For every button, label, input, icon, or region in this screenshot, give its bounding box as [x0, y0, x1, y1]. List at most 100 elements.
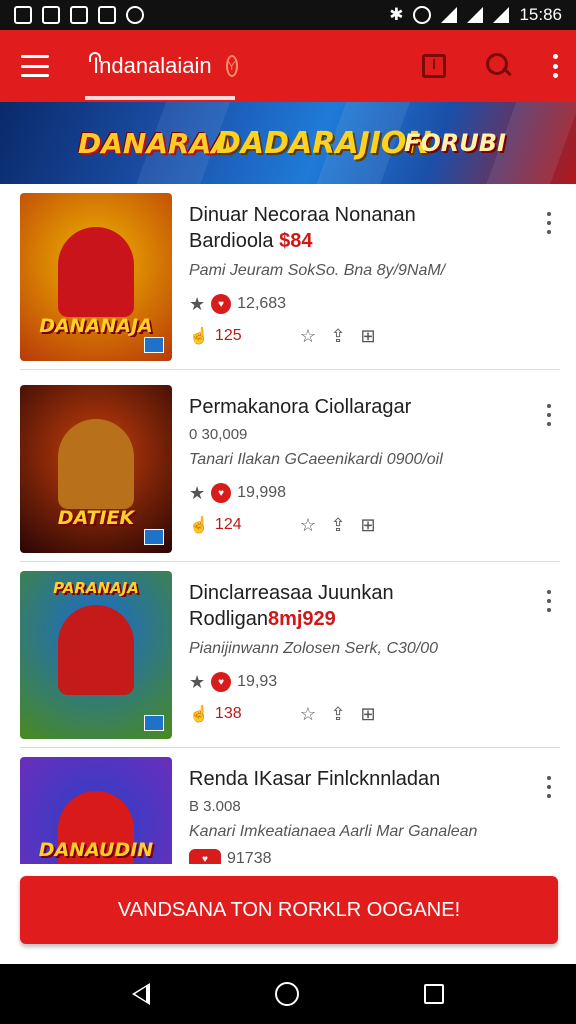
item-actions: ☝ 125 ☆ ⇪ ⊞ — [189, 326, 519, 346]
alarm-icon — [413, 6, 432, 24]
item-rating: ★ ♥ 19,998 — [189, 483, 519, 503]
notification-icon — [42, 6, 60, 24]
item-rating: ★ ♥ 19,93 — [189, 672, 519, 692]
item-price: $84 — [279, 230, 313, 252]
item-title: Dinclarreasaa Juunkan — [189, 582, 394, 604]
like-count[interactable]: ☝ 125 — [189, 326, 299, 346]
wifi-icon — [441, 7, 458, 23]
bookmark-icon[interactable] — [422, 54, 446, 78]
rating-count: 19,998 — [237, 484, 287, 501]
status-right: ✱ 15:86 — [389, 5, 562, 25]
share-icon[interactable]: ⇪ — [329, 705, 347, 723]
share-icon[interactable]: ⇪ — [329, 516, 347, 534]
cover-title: DANAUDIN — [38, 839, 154, 861]
banner-right-logo: FORUBI — [404, 129, 506, 157]
share-icon[interactable]: ⇪ — [329, 327, 347, 345]
cta-container: VANDSANA TON RORKLR OOGANE! — [0, 864, 576, 964]
like-value: 125 — [214, 327, 242, 344]
list-item[interactable]: DATIEK Permakanora Ciollaragar 0 30,009 … — [0, 376, 576, 562]
cover-badge — [144, 337, 164, 353]
item-title-line2-text: Rodligan — [189, 608, 268, 630]
download-icon[interactable]: ⊞ — [359, 327, 377, 345]
item-description: Kanari Imkeatianaea Aarli Mar Ganalean — [189, 823, 478, 840]
hamburger-menu-icon[interactable] — [21, 55, 49, 77]
banner-left-logo: DANARAA — [78, 126, 233, 160]
recent-apps-icon[interactable] — [423, 984, 444, 1004]
favorite-star-icon[interactable]: ☆ — [299, 327, 317, 345]
item-description: Tanari Ilakan GCaeenikardi 0900/oil — [189, 451, 443, 468]
game-cover[interactable]: DATIEK — [20, 385, 172, 553]
game-cover[interactable]: PARANAJA — [20, 571, 172, 739]
promo-banner[interactable]: DANARAA DADARAJION FORUBI — [0, 102, 576, 184]
list-item[interactable]: PARANAJA Dinclarreasaa Juunkan Rodligan8… — [0, 562, 576, 748]
cell-signal-icon — [493, 7, 510, 23]
thumbs-up-icon: ☝ — [189, 517, 209, 534]
list-item[interactable]: DANAUDIN Renda IKasar Finlcknnladan B 3.… — [0, 748, 576, 864]
like-count[interactable]: ☝ 124 — [189, 515, 299, 535]
game-cover[interactable]: DANANAJA — [20, 193, 172, 361]
banner-center-text: DADARAJION — [216, 125, 432, 161]
divider — [20, 369, 560, 370]
badge-icon: ♥ — [211, 483, 232, 503]
item-price: 8mj929 — [267, 608, 336, 630]
overflow-menu-icon[interactable] — [552, 54, 558, 78]
bluetooth-icon: ✱ — [389, 5, 404, 24]
like-value: 124 — [214, 516, 242, 533]
item-info: Dinclarreasaa Juunkan Rodligan8mj929 Pia… — [189, 580, 519, 724]
system-nav-bar — [0, 964, 576, 1024]
item-title: Permakanora Ciollaragar — [189, 396, 412, 418]
item-title: Renda IKasar Finlcknnladan — [189, 768, 441, 790]
download-icon[interactable]: ⊞ — [359, 705, 377, 723]
list-item[interactable]: DANANAJA Dinuar Necoraa Nonanan Bardiool… — [0, 184, 576, 370]
cell-signal-icon — [467, 7, 484, 23]
game-cover[interactable]: DANAUDIN — [20, 757, 172, 864]
download-icon — [98, 6, 116, 24]
item-description: Pami Jeuram SokSo. Bna 8y/9NaM/ — [189, 262, 446, 279]
favorite-star-icon[interactable]: ☆ — [299, 705, 317, 723]
cover-badge — [144, 715, 164, 731]
cover-badge — [144, 529, 164, 545]
item-actions: ☝ 124 ☆ ⇪ ⊞ — [189, 515, 519, 535]
back-icon[interactable] — [132, 983, 151, 1005]
cover-hero — [58, 419, 134, 509]
verified-icon: Y — [225, 55, 238, 77]
thumbs-up-icon: ☝ — [189, 706, 209, 723]
image-icon — [70, 6, 88, 24]
cover-title: DANANAJA — [39, 315, 153, 337]
tab-indicator — [85, 96, 235, 100]
cta-button[interactable]: VANDSANA TON RORKLR OOGANE! — [20, 876, 558, 944]
item-menu-icon[interactable] — [546, 212, 552, 234]
like-count[interactable]: ☝ 138 — [189, 704, 299, 724]
item-subtitle: 0 30,009 — [189, 426, 248, 443]
favorite-star-icon[interactable]: ☆ — [299, 516, 317, 534]
notification-icon — [14, 6, 32, 24]
home-icon[interactable] — [274, 982, 299, 1006]
tab-store[interactable]: Indanalaiain Y — [85, 30, 238, 102]
toolbar-actions — [422, 30, 558, 102]
action-icons: ☆ ⇪ ⊞ — [299, 516, 377, 534]
search-icon[interactable] — [486, 53, 512, 79]
like-value: 138 — [214, 705, 242, 722]
item-menu-icon[interactable] — [546, 776, 552, 798]
status-bar: ✱ 15:86 — [0, 0, 576, 30]
game-list: DANANAJA Dinuar Necoraa Nonanan Bardiool… — [0, 184, 576, 864]
action-icons: ☆ ⇪ ⊞ — [299, 705, 377, 723]
app-title: Indanalaiain — [93, 53, 212, 78]
item-menu-icon[interactable] — [546, 404, 552, 426]
cover-hero — [58, 227, 134, 317]
badge-icon: ♥ — [189, 849, 221, 864]
item-info: Permakanora Ciollaragar 0 30,009 Tanari … — [189, 394, 519, 535]
download-icon[interactable]: ⊞ — [359, 516, 377, 534]
star-icon: ★ — [189, 672, 206, 692]
cover-title: PARANAJA — [53, 579, 139, 597]
item-actions: ☝ 138 ☆ ⇪ ⊞ — [189, 704, 519, 724]
item-info: Renda IKasar Finlcknnladan B 3.008 Kanar… — [189, 766, 519, 864]
item-title-line2: Bardioola $84 — [189, 228, 519, 254]
rating-count: 91738 — [227, 850, 272, 864]
item-title: Dinuar Necoraa Nonanan — [189, 204, 416, 226]
action-icons: ☆ ⇪ ⊞ — [299, 327, 377, 345]
item-rating: ♥ 91738 — [189, 849, 519, 864]
item-menu-icon[interactable] — [546, 590, 552, 612]
item-info: Dinuar Necoraa Nonanan Bardioola $84 Pam… — [189, 202, 519, 346]
cover-hero — [58, 605, 134, 695]
